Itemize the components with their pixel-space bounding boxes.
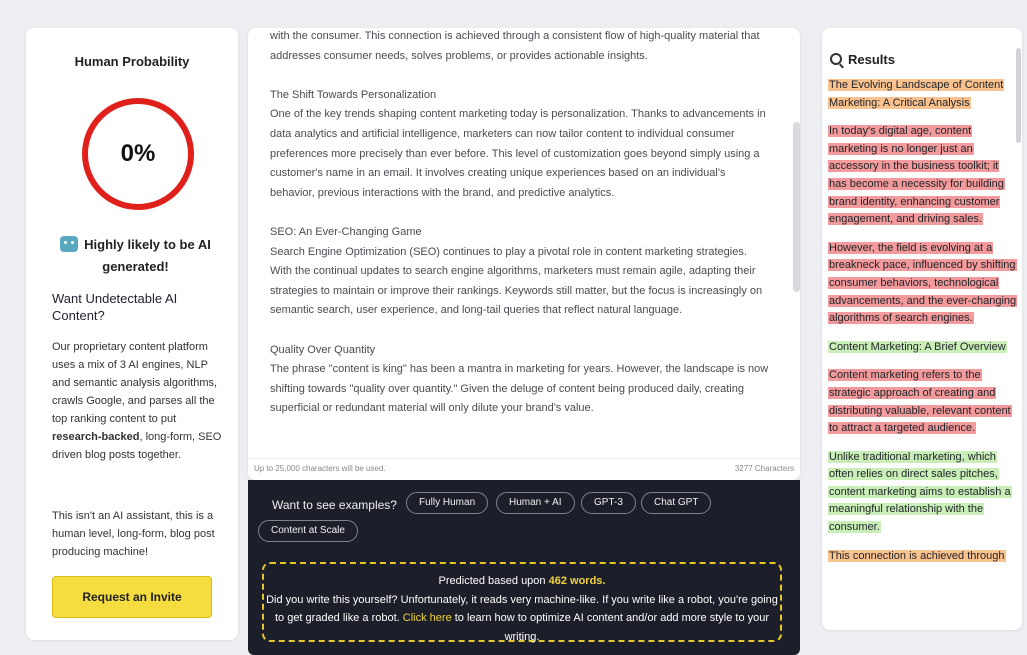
prediction-line: Predicted based upon 462 words. bbox=[264, 572, 780, 591]
search-icon bbox=[830, 53, 842, 65]
verdict-text: Highly likely to be AI generated! bbox=[84, 237, 211, 274]
result-segment: Content marketing refers to the strategi… bbox=[828, 367, 1018, 437]
robot-icon bbox=[60, 236, 79, 252]
result-segment: However, the field is evolving at a brea… bbox=[828, 240, 1018, 328]
text-editor[interactable]: with the consumer. This connection is ac… bbox=[248, 28, 800, 480]
result-segment: The Evolving Landscape of Content Market… bbox=[828, 77, 1018, 112]
request-invite-button[interactable]: Request an Invite bbox=[52, 576, 212, 618]
result-segment: Unlike traditional marketing, which ofte… bbox=[828, 449, 1018, 537]
editor-content[interactable]: with the consumer. This connection is ac… bbox=[270, 28, 770, 438]
result-segment-text: However, the field is evolving at a brea… bbox=[828, 241, 1018, 325]
editor-paragraph: The phrase "content is king" has been a … bbox=[270, 363, 769, 415]
prediction-box: Predicted based upon 462 words. Did you … bbox=[262, 562, 782, 643]
example-fully-human-button[interactable]: Fully Human bbox=[406, 492, 489, 514]
results-heading: Results bbox=[830, 52, 895, 67]
character-count: 3277 Characters bbox=[734, 464, 794, 473]
results-panel: Results The Evolving Landscape of Conten… bbox=[822, 28, 1022, 630]
promo-text: Our proprietary content platform uses a … bbox=[52, 338, 224, 464]
example-content-at-scale-button[interactable]: Content at Scale bbox=[258, 520, 358, 542]
prediction-text: to learn how to optimize AI content and/… bbox=[451, 612, 770, 643]
examples-and-prediction-panel: Want to see examples? Fully Human Human … bbox=[248, 480, 800, 655]
editor-scrollbar[interactable] bbox=[793, 122, 800, 292]
promo-text-part: Our proprietary content platform uses a … bbox=[52, 341, 218, 425]
editor-footer: Up to 25,000 characters will be used. 32… bbox=[248, 458, 800, 480]
example-chatgpt-button[interactable]: Chat GPT bbox=[641, 492, 712, 514]
probability-value: 0% bbox=[120, 140, 156, 167]
result-segment-text: This connection is achieved through bbox=[828, 549, 1006, 562]
promo-heading: Want Undetectable AI Content? bbox=[52, 291, 178, 323]
example-human-ai-button[interactable]: Human + AI bbox=[496, 492, 575, 514]
result-segment-text: Content Marketing: A Brief Overview bbox=[828, 340, 1007, 353]
character-limit-note: Up to 25,000 characters will be used. bbox=[254, 464, 386, 473]
prediction-message: Did you write this yourself? Unfortunate… bbox=[264, 591, 780, 647]
editor-heading: Quality Over Quantity bbox=[270, 343, 376, 356]
results-list: The Evolving Landscape of Content Market… bbox=[828, 77, 1018, 576]
human-probability-panel: Human Probability 0% Highly likely to be… bbox=[26, 28, 238, 640]
prediction-prefix: Predicted based upon bbox=[438, 575, 549, 587]
probability-gauge: 0% bbox=[82, 98, 194, 210]
results-title: Results bbox=[848, 52, 895, 67]
promo-text-2: This isn't an AI assistant, this is a hu… bbox=[52, 510, 215, 558]
editor-paragraph: Search Engine Optimization (SEO) continu… bbox=[270, 245, 763, 317]
promo-text-bold: research-backed bbox=[52, 431, 140, 443]
examples-label: Want to see examples? bbox=[272, 498, 397, 512]
editor-heading: The Shift Towards Personalization bbox=[270, 88, 437, 101]
result-segment: Content Marketing: A Brief Overview bbox=[828, 339, 1018, 357]
verdict: Highly likely to be AI generated! bbox=[48, 234, 223, 278]
result-segment-text: The Evolving Landscape of Content Market… bbox=[828, 79, 1005, 109]
editor-heading: SEO: An Ever-Changing Game bbox=[270, 225, 422, 238]
result-segment-text: Content marketing refers to the strategi… bbox=[828, 369, 1012, 435]
example-gpt3-button[interactable]: GPT-3 bbox=[581, 492, 636, 514]
optimize-link[interactable]: Click here bbox=[403, 612, 452, 624]
results-scrollbar[interactable] bbox=[1016, 48, 1021, 143]
result-segment: In today's digital age, content marketin… bbox=[828, 123, 1018, 229]
result-segment-text: Unlike traditional marketing, which ofte… bbox=[828, 450, 1012, 534]
editor-paragraph: with the consumer. This connection is ac… bbox=[270, 30, 760, 62]
result-segment: This connection is achieved through bbox=[828, 548, 1018, 566]
editor-paragraph: One of the key trends shaping content ma… bbox=[270, 108, 766, 199]
result-segment-text: In today's digital age, content marketin… bbox=[828, 125, 1005, 226]
word-count: 462 words. bbox=[548, 575, 606, 587]
panel-title: Human Probability bbox=[74, 54, 190, 69]
